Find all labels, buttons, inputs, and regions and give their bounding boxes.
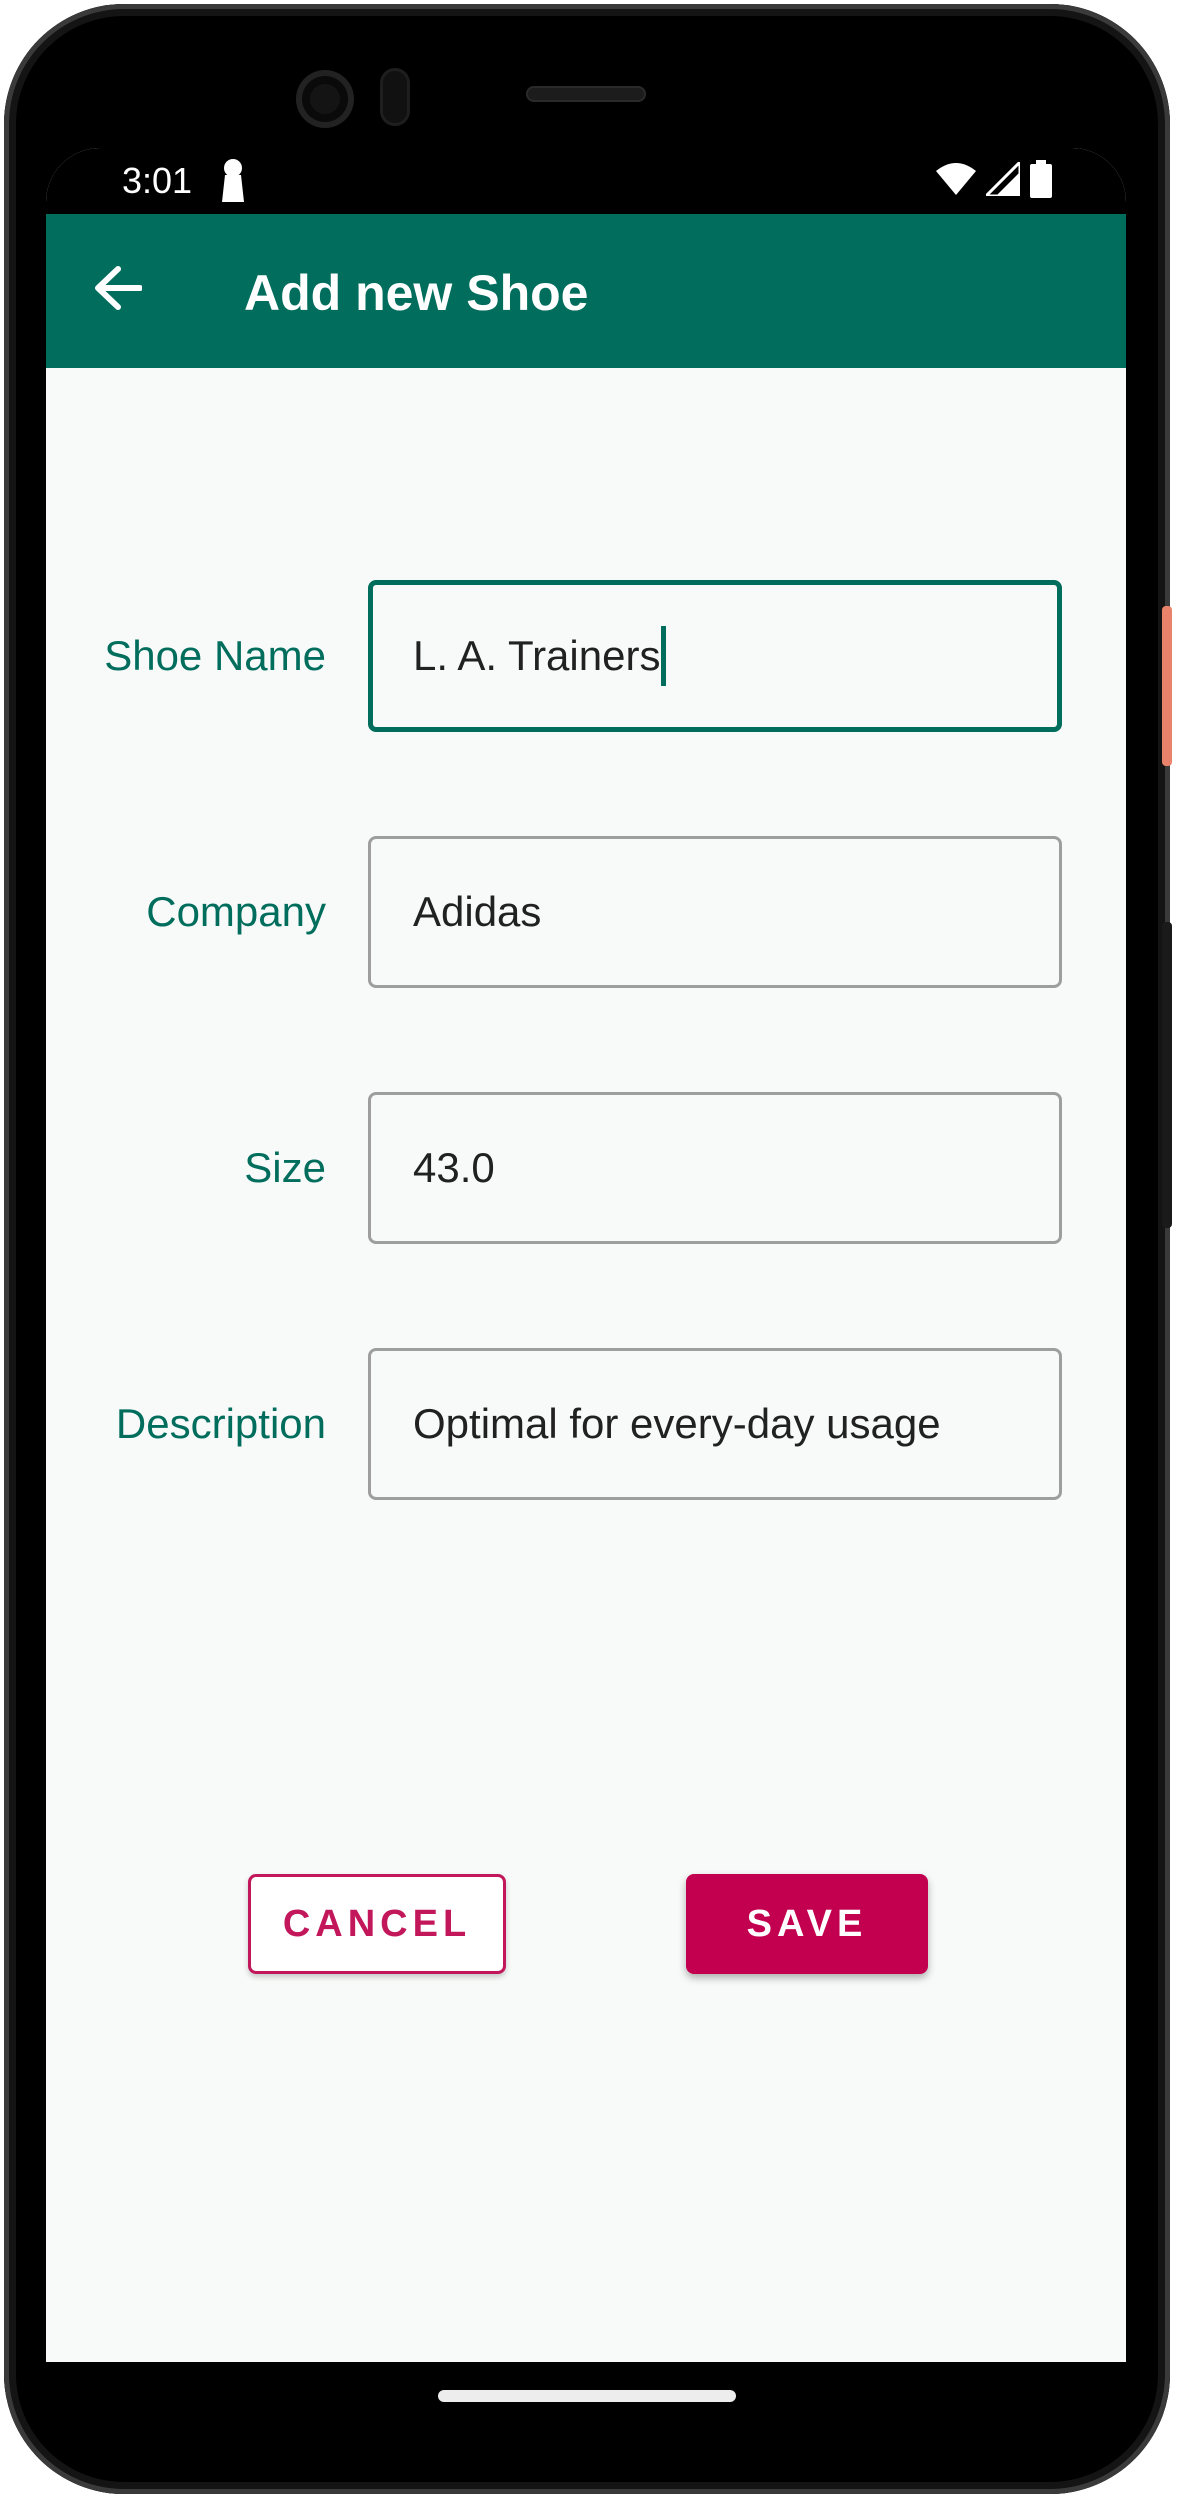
form-row-size: Size 43.0 [46, 1092, 1126, 1244]
description-label: Description [115, 1400, 326, 1447]
person-icon [220, 158, 246, 202]
shoe-name-value: L. A. Trainers [413, 632, 661, 679]
signal-icon [982, 158, 1022, 201]
power-button [1162, 606, 1172, 766]
wifi-icon [936, 163, 976, 200]
status-bar: 3:01 [46, 148, 1126, 214]
page-title: Add new Shoe [244, 265, 589, 321]
volume-button [1162, 922, 1172, 1228]
company-value: Adidas [413, 888, 542, 935]
home-indicator[interactable] [438, 2390, 736, 2402]
save-button[interactable]: SAVE [686, 1874, 928, 1974]
shoe-name-label: Shoe Name [104, 632, 326, 679]
app-bar: Add new Shoe [46, 214, 1126, 368]
company-label: Company [146, 888, 326, 935]
text-cursor [661, 626, 667, 686]
proximity-sensor [380, 68, 410, 126]
status-icons [936, 158, 1052, 203]
company-input[interactable]: Adidas [368, 836, 1062, 988]
front-camera [296, 70, 354, 128]
battery-icon [1030, 160, 1052, 203]
description-value: Optimal for every-day usage [413, 1400, 941, 1447]
screen: 3:01 Add new Shoe Shoe Name L. A. Traine… [46, 148, 1126, 2418]
description-input[interactable]: Optimal for every-day usage [368, 1348, 1062, 1500]
size-value: 43.0 [413, 1144, 495, 1191]
form-row-description: Description Optimal for every-day usage [46, 1348, 1126, 1500]
earpiece-speaker [526, 86, 646, 102]
size-label: Size [244, 1144, 326, 1191]
cancel-button[interactable]: CANCEL [248, 1874, 506, 1974]
form-row-company: Company Adidas [46, 836, 1126, 988]
status-time: 3:01 [122, 160, 193, 201]
shoe-name-input[interactable]: L. A. Trainers [368, 580, 1062, 732]
form-row-shoe-name: Shoe Name L. A. Trainers [46, 580, 1126, 732]
phone-frame: 3:01 Add new Shoe Shoe Name L. A. Traine… [0, 0, 1178, 2498]
arrow-back-icon [94, 265, 143, 315]
size-input[interactable]: 43.0 [368, 1092, 1062, 1244]
back-button[interactable] [86, 258, 150, 322]
